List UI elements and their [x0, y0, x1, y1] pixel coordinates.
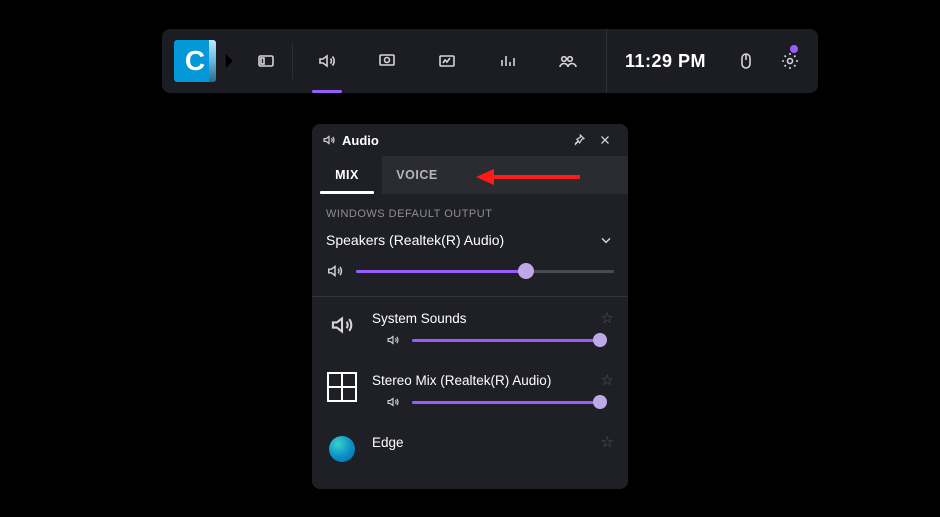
clock: 11:29 PM: [606, 29, 724, 93]
output-device-dropdown[interactable]: Speakers (Realtek(R) Audio): [312, 226, 628, 252]
speaker-icon: [326, 309, 358, 341]
close-button[interactable]: [592, 127, 618, 153]
app-name: System Sounds: [372, 311, 467, 326]
favorite-star-icon[interactable]: ☆: [601, 371, 614, 389]
output-device-name: Speakers (Realtek(R) Audio): [326, 232, 504, 248]
panel-header: Audio: [312, 124, 628, 156]
output-volume-slider[interactable]: [356, 270, 614, 273]
audio-panel: Audio MIX VOICE WINDOWS DEFAULT OUTPUT S…: [312, 124, 628, 489]
app-row-stereo-mix: Stereo Mix (Realtek(R) Audio) ☆: [312, 359, 628, 421]
tab-mix[interactable]: MIX: [312, 156, 382, 194]
chevron-right-icon[interactable]: [216, 47, 244, 75]
output-section-label: WINDOWS DEFAULT OUTPUT: [312, 194, 628, 226]
capture-button[interactable]: [357, 29, 417, 93]
speaker-icon[interactable]: [386, 395, 400, 409]
pin-button[interactable]: [566, 127, 592, 153]
app-row-edge: Edge ☆: [312, 421, 628, 465]
separator: [292, 43, 293, 79]
xbox-social-button[interactable]: [537, 29, 597, 93]
chevron-down-icon: [598, 232, 614, 248]
speaker-icon[interactable]: [326, 262, 344, 280]
app-name: Edge: [372, 435, 404, 450]
app-volume-row: [372, 327, 614, 357]
notification-dot-icon: [790, 45, 798, 53]
grid-icon: [326, 371, 358, 403]
tab-voice[interactable]: VOICE: [382, 156, 452, 194]
favorite-star-icon[interactable]: ☆: [601, 309, 614, 327]
favorite-star-icon[interactable]: ☆: [601, 433, 614, 451]
widgets-button[interactable]: [244, 29, 288, 93]
resources-button[interactable]: [477, 29, 537, 93]
tabs-fill: [452, 156, 628, 194]
audio-button[interactable]: [297, 29, 357, 93]
app-name: Stereo Mix (Realtek(R) Audio): [372, 373, 551, 388]
app-volume-slider[interactable]: [412, 339, 600, 342]
speaker-icon[interactable]: [386, 333, 400, 347]
app-row-system-sounds: System Sounds ☆: [312, 297, 628, 359]
tabs: MIX VOICE: [312, 156, 628, 194]
game-bar-toolbar: C 11:29 PM: [162, 29, 818, 93]
speaker-icon: [322, 133, 336, 147]
app-logo: C: [174, 40, 216, 82]
app-logo-letter: C: [185, 45, 205, 77]
app-volume-row: [372, 389, 614, 419]
app-volume-slider[interactable]: [412, 401, 600, 404]
panel-title: Audio: [342, 133, 379, 148]
mouse-settings-button[interactable]: [724, 29, 768, 93]
performance-button[interactable]: [417, 29, 477, 93]
output-volume-row: [312, 252, 628, 296]
edge-icon: [326, 433, 358, 465]
settings-button[interactable]: [768, 29, 812, 93]
